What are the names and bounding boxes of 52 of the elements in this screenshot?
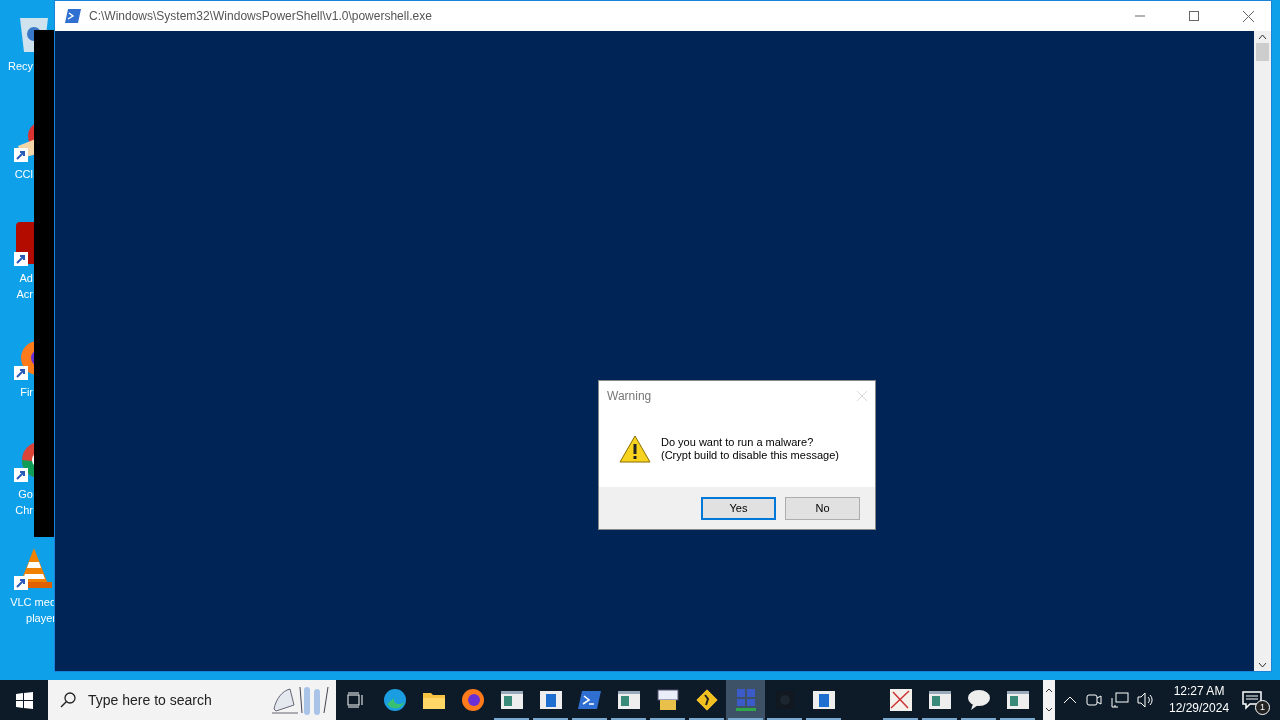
chevron-up-icon xyxy=(1045,687,1053,693)
clock-time: 12:27 AM xyxy=(1173,683,1225,700)
speech-bubble-icon xyxy=(966,688,991,712)
task-view-icon xyxy=(346,692,365,708)
terminal-icon xyxy=(577,688,602,712)
windows-icon xyxy=(15,691,33,709)
icon-label: Go xyxy=(18,487,33,502)
window-icon xyxy=(927,688,952,712)
camera-icon[interactable] xyxy=(1085,692,1103,708)
clock-date: 12/29/2024 xyxy=(1169,700,1230,717)
dialog-message: (Crypt build to disable this message) xyxy=(661,449,839,462)
window-icon xyxy=(616,688,641,712)
chevron-down-icon xyxy=(1045,707,1053,713)
icon-label: Chr xyxy=(15,503,33,518)
minimize-icon xyxy=(1135,15,1145,17)
scrollbar[interactable] xyxy=(1254,31,1271,671)
icon-label: player xyxy=(26,611,56,626)
window-title: C:\Windows\System32\WindowsPowerShell\v1.0\powershell.exe xyxy=(89,9,433,23)
dialog-message: Do you want to run a malware? xyxy=(661,436,815,449)
window-icon xyxy=(811,688,836,712)
terminal-icon xyxy=(65,9,81,23)
window-icon xyxy=(1005,688,1030,712)
volume-icon[interactable] xyxy=(1137,692,1155,708)
fox-icon xyxy=(460,688,485,712)
warning-icon xyxy=(619,435,651,463)
dialog-title: Warning xyxy=(607,389,652,403)
window-icon xyxy=(538,688,563,712)
wave-icon xyxy=(382,688,407,712)
network-icon[interactable] xyxy=(1111,692,1129,708)
sign-icon xyxy=(694,688,719,712)
dialog-button[interactable]: No xyxy=(785,496,860,520)
clock[interactable]: 12:27 AM 12/29/2024 xyxy=(1169,683,1230,717)
network-icon xyxy=(733,688,758,712)
search-icon xyxy=(60,692,76,708)
icon-label: Recy xyxy=(7,59,33,74)
taskbar-scroller[interactable] xyxy=(1043,680,1055,720)
close-icon xyxy=(1242,10,1254,22)
search-box[interactable]: Type here to search xyxy=(48,680,336,720)
package-icon xyxy=(655,688,680,712)
map-icon xyxy=(888,688,913,712)
window-icon xyxy=(499,688,524,712)
chevron-up-icon[interactable] xyxy=(1063,695,1077,705)
scroll-thumb[interactable] xyxy=(1256,43,1269,61)
icon-label: Acr xyxy=(16,287,33,302)
icon-label: Fir xyxy=(20,385,33,400)
search-input[interactable]: Type here to search xyxy=(86,691,260,709)
dialog-button[interactable]: Yes xyxy=(701,496,776,520)
message-icon xyxy=(1242,690,1262,710)
maximize-icon xyxy=(1189,11,1199,21)
icon-label: CCl xyxy=(14,167,33,182)
icon-label: Ad xyxy=(19,271,33,286)
notification-count: 1 xyxy=(1255,700,1270,715)
